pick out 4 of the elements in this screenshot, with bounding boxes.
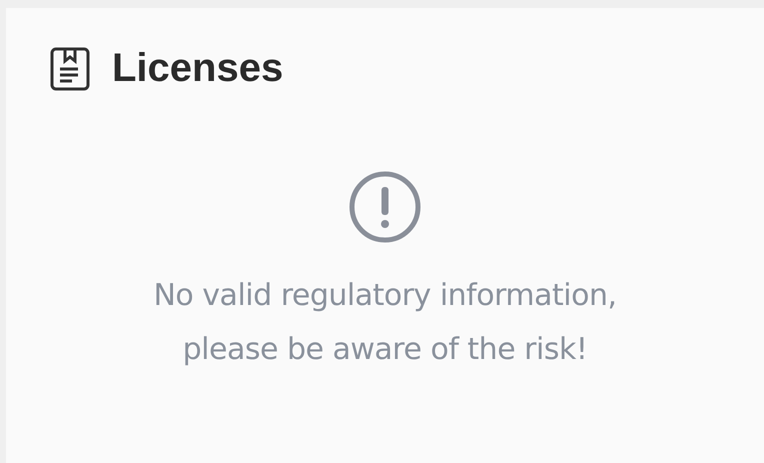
warning-icon xyxy=(349,171,421,243)
section-title: Licenses xyxy=(112,46,284,91)
document-icon xyxy=(50,46,90,90)
warning-message: No valid regulatory information, please be aware of the risk! xyxy=(153,277,617,369)
